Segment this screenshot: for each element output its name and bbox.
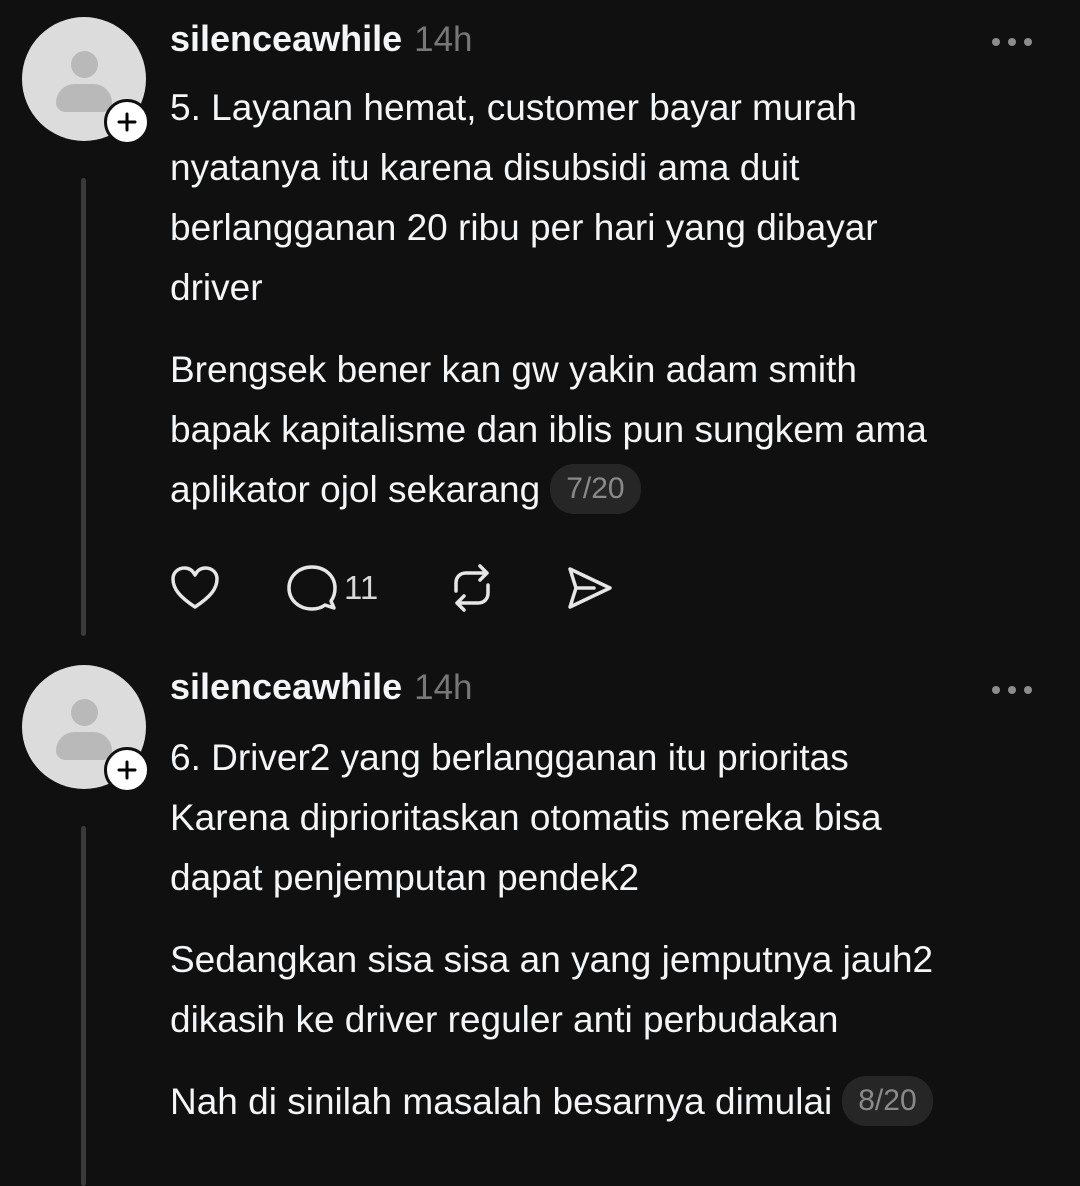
post-time: 14h xyxy=(414,20,473,59)
post-paragraph: Sedangkan sisa sisa an yang jemputnya ja… xyxy=(170,939,934,1040)
repost-icon xyxy=(454,564,491,612)
thread-counter-badge: 8/20 xyxy=(842,1076,933,1126)
reply-button[interactable]: 11 xyxy=(286,562,378,614)
more-horizontal-icon[interactable] xyxy=(990,35,1034,49)
post-header: silenceawhile 14h xyxy=(170,18,473,60)
post-paragraph-text: Nah di sinilah masalah besarnya dimulai xyxy=(170,1081,833,1122)
comment-bubble-icon xyxy=(287,565,337,611)
post-paragraph: Brengsek bener kan gw yakin adam smith b… xyxy=(170,340,1050,520)
send-icon xyxy=(568,567,613,609)
share-button[interactable] xyxy=(564,562,614,614)
plus-icon xyxy=(117,760,137,780)
post-actions: 11 xyxy=(170,562,614,614)
heart-icon xyxy=(171,566,219,609)
post-paragraph: 5. Layanan hemat, customer bayar murah n… xyxy=(170,87,878,308)
repost-button[interactable] xyxy=(446,562,498,614)
avatar[interactable] xyxy=(22,665,150,793)
thread-counter-badge: 7/20 xyxy=(550,464,641,514)
plus-icon xyxy=(117,112,137,132)
more-horizontal-icon[interactable] xyxy=(990,683,1034,697)
username[interactable]: silenceawhile xyxy=(170,666,402,708)
username[interactable]: silenceawhile xyxy=(170,18,402,60)
post-paragraph: 6. Driver2 yang berlangganan itu priorit… xyxy=(170,737,882,898)
post-time: 14h xyxy=(414,668,473,707)
thread-line xyxy=(81,178,86,636)
reply-count: 11 xyxy=(344,569,379,606)
post-paragraph-text: Brengsek bener kan gw yakin adam smith b… xyxy=(170,349,927,510)
like-button[interactable] xyxy=(170,562,220,614)
avatar[interactable] xyxy=(22,17,150,145)
follow-button[interactable] xyxy=(104,747,150,793)
post-paragraph: Nah di sinilah masalah besarnya dimulai 8… xyxy=(170,1072,1050,1132)
post-header: silenceawhile 14h xyxy=(170,666,473,708)
follow-button[interactable] xyxy=(104,99,150,145)
post-body: 5. Layanan hemat, customer bayar murah n… xyxy=(170,78,1050,542)
thread-line xyxy=(81,826,86,1186)
post-body: 6. Driver2 yang berlangganan itu priorit… xyxy=(170,728,1050,1154)
